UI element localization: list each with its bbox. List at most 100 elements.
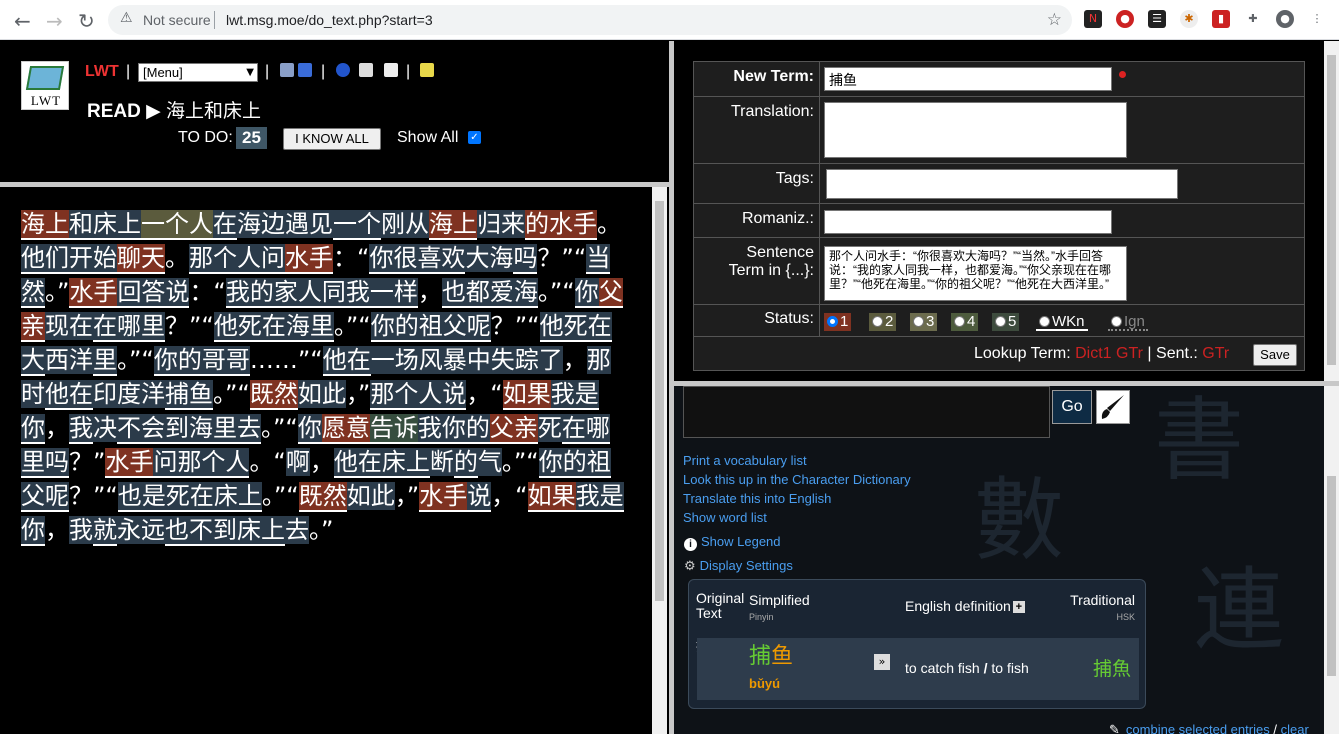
url-text[interactable]: lwt.msg.moe/do_text.php?start=3 [226, 12, 433, 28]
word-term[interactable]: 愿意 [321, 414, 370, 444]
scroll-thumb[interactable] [1327, 55, 1336, 365]
word-term[interactable]: 的 [465, 414, 490, 444]
word-term[interactable]: 如果 [527, 482, 576, 512]
word-term[interactable]: 海里 [285, 312, 334, 342]
word-term[interactable]: 也 [117, 482, 142, 512]
show-all-checkbox[interactable]: ✓ [468, 131, 481, 144]
word-term[interactable]: 床上 [93, 210, 141, 240]
dict1-link[interactable]: Dict1 [1075, 345, 1111, 362]
extension-icon-2[interactable]: ● [1116, 10, 1134, 28]
word-term[interactable]: 在 [213, 210, 237, 240]
gtr-term-link[interactable]: GTr [1116, 345, 1143, 362]
word-term[interactable]: 一样 [369, 278, 418, 308]
word-term[interactable]: 家人 [273, 278, 322, 308]
word-term[interactable]: 的 [249, 278, 274, 308]
word-term[interactable]: 呢 [466, 312, 491, 342]
word-term[interactable]: 到 [165, 414, 189, 444]
lwt-logo[interactable]: LWT [21, 61, 69, 110]
word-term[interactable]: 气 [477, 448, 502, 476]
word-term[interactable]: 现在 [45, 312, 93, 340]
word-term[interactable]: 呢 [45, 482, 69, 512]
word-term[interactable]: 他 [213, 312, 238, 342]
word-term[interactable]: 你 [441, 414, 466, 444]
word-term[interactable]: 从 [405, 210, 429, 238]
show-word-list-link[interactable]: Show word list [683, 510, 767, 525]
form-scrollbar[interactable] [1324, 41, 1339, 381]
print-vocabulary-link[interactable]: Print a vocabulary list [683, 453, 807, 468]
word-term[interactable]: 爱 [489, 278, 514, 308]
word-term[interactable]: 他 [333, 448, 358, 478]
word-term[interactable]: 说 [165, 278, 190, 308]
back-icon[interactable]: ← [14, 9, 31, 33]
word-term[interactable]: 一个 [333, 210, 381, 240]
word-term[interactable]: 问 [261, 244, 285, 274]
kebab-menu-icon[interactable]: ⋮ [1308, 10, 1326, 28]
word-term[interactable]: 既然 [298, 482, 347, 512]
word-term[interactable]: 一场 [370, 346, 419, 374]
word-term[interactable]: 在 [561, 414, 586, 444]
word-term[interactable]: 我 [575, 482, 600, 512]
word-term[interactable]: 说 [442, 380, 467, 410]
word-term[interactable]: 西洋 [45, 346, 93, 374]
word-term[interactable]: 开始 [69, 244, 117, 274]
word-term[interactable]: 喜欢 [417, 244, 466, 274]
display-settings-link[interactable]: ⚙ Display Settings [684, 558, 793, 574]
status-radio-wkn[interactable] [1039, 316, 1050, 327]
word-term[interactable]: 在 [261, 312, 286, 342]
word-term[interactable]: 回答 [117, 278, 166, 308]
word-term[interactable]: 吗 [45, 448, 69, 478]
word-term[interactable]: 说 [467, 482, 492, 512]
word-term[interactable]: 归 [477, 210, 501, 238]
scroll-thumb[interactable] [655, 201, 664, 601]
character-dictionary-link[interactable]: Look this up in the Character Dictionary [683, 472, 911, 487]
word-term[interactable]: 的 [453, 448, 478, 478]
gtr-sentence-link[interactable]: GTr [1202, 345, 1229, 362]
status-radio-3[interactable] [913, 316, 924, 327]
word-term[interactable]: 水手 [419, 482, 468, 512]
expand-plus-icon[interactable]: + [1012, 601, 1025, 613]
word-term[interactable]: 死 [237, 312, 262, 342]
word-term[interactable]: 是 [574, 380, 599, 410]
extension-icon-1[interactable]: N [1084, 10, 1102, 28]
word-term[interactable]: 那个人 [189, 244, 261, 274]
help-icon[interactable] [336, 63, 350, 77]
word-term[interactable]: 海边 [237, 210, 285, 238]
sentence-textarea[interactable]: 那个人问水手：“你很喜欢大海吗？”“当然。”水手回答说：“我的家人同我一样，也都… [824, 246, 1127, 301]
handwriting-brush-icon[interactable] [1096, 390, 1130, 424]
word-term[interactable]: 失踪了 [490, 346, 563, 374]
word-term[interactable]: 他 [45, 380, 69, 410]
word-term[interactable]: 他 [322, 346, 347, 376]
bookmark-star-icon[interactable]: ☆ [1047, 10, 1062, 30]
word-term[interactable]: 海上 [429, 210, 477, 240]
puzzle-icon[interactable]: ✚ [1244, 10, 1262, 28]
word-term[interactable]: 你 [153, 346, 178, 376]
word-term[interactable]: 我 [225, 278, 250, 308]
word-term[interactable]: 如果 [502, 380, 551, 410]
word-term[interactable]: 死 [537, 414, 562, 442]
word-term[interactable]: 海上 [21, 210, 69, 240]
word-term[interactable]: 的 [525, 210, 549, 240]
dictionary-search-textarea[interactable] [683, 386, 1050, 438]
word-term[interactable]: 和 [69, 210, 93, 240]
word-term[interactable]: 的 [394, 312, 419, 342]
go-button[interactable]: Go [1052, 390, 1092, 424]
reload-icon[interactable]: ↻ [78, 9, 95, 33]
word-term[interactable]: 你 [538, 448, 563, 478]
warning-icon[interactable]: ⚠ [120, 10, 133, 26]
word-term[interactable]: 在 [346, 346, 371, 376]
word-term[interactable]: 父亲 [489, 414, 538, 444]
word-term[interactable]: 那个人 [370, 380, 443, 410]
status-radio-5[interactable] [995, 316, 1006, 327]
word-term[interactable]: 在 [587, 312, 612, 342]
word-term[interactable]: 的 [177, 346, 202, 376]
word-term[interactable]: 你 [370, 312, 395, 342]
extension-icon-5[interactable]: ▮ [1212, 10, 1230, 28]
word-term[interactable]: 就 [93, 516, 117, 546]
i-know-all-button[interactable]: I KNOW ALL [283, 128, 381, 150]
menu-select[interactable]: [Menu] ▼ [138, 63, 258, 82]
status-option-5[interactable]: 5 [992, 313, 1020, 331]
status-option-1[interactable]: 1 [824, 313, 852, 331]
edit-text-icon[interactable] [384, 63, 398, 77]
word-term[interactable]: 去 [237, 414, 261, 444]
word-term[interactable]: 风暴 [418, 346, 467, 374]
